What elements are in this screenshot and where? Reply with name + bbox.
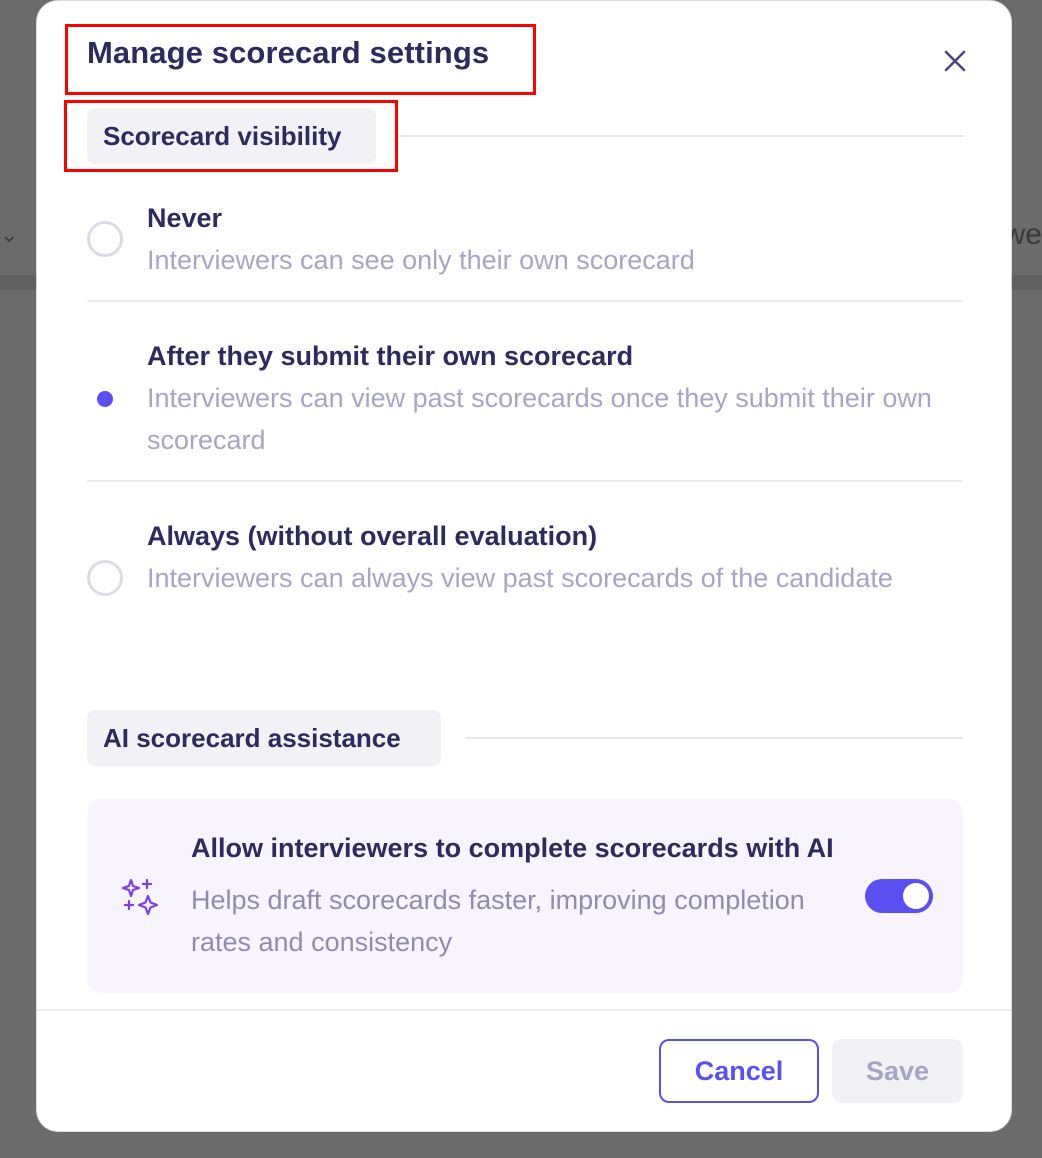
close-button[interactable] [933,39,977,83]
section-label-ai: AI scorecard assistance [87,710,441,766]
section-divider-ai [465,737,963,739]
backdrop-chevron-icon: ⌄ [0,222,19,247]
cancel-button[interactable]: Cancel [659,1039,819,1103]
visibility-option-after-submit[interactable]: After they submit their own scorecard In… [87,339,963,463]
visibility-option-never[interactable]: Never Interviewers can see only their ow… [87,201,963,285]
option-title: Never [147,203,223,233]
radio-never[interactable] [87,221,123,257]
scorecard-settings-modal: Manage scorecard settings Scorecard visi… [36,0,1012,1132]
option-description: Interviewers can view past scorecards on… [147,383,932,455]
option-description: Interviewers can always view past scorec… [147,563,893,593]
visibility-option-always[interactable]: Always (without overall evaluation) Inte… [87,519,963,643]
sparkles-icon [121,878,159,916]
option-divider [87,300,963,302]
option-title: After they submit their own scorecard [147,341,634,371]
ai-assistance-card: Allow interviewers to complete scorecard… [87,799,963,993]
option-description: Interviewers can see only their own scor… [147,245,695,275]
footer-divider [37,1009,1011,1011]
section-label-visibility: Scorecard visibility [87,108,376,164]
section-divider-visibility [399,135,963,137]
option-title: Always (without overall evaluation) [147,521,598,551]
save-button[interactable]: Save [832,1039,963,1103]
option-divider [87,480,963,482]
ai-assistance-toggle[interactable] [865,879,933,913]
modal-title: Manage scorecard settings [87,35,490,70]
close-icon [944,50,966,72]
ai-setting-title: Allow interviewers to complete scorecard… [191,833,834,863]
radio-after-submit[interactable] [87,381,123,417]
ai-setting-description: Helps draft scorecards faster, improving… [191,885,805,957]
radio-always[interactable] [87,560,123,596]
